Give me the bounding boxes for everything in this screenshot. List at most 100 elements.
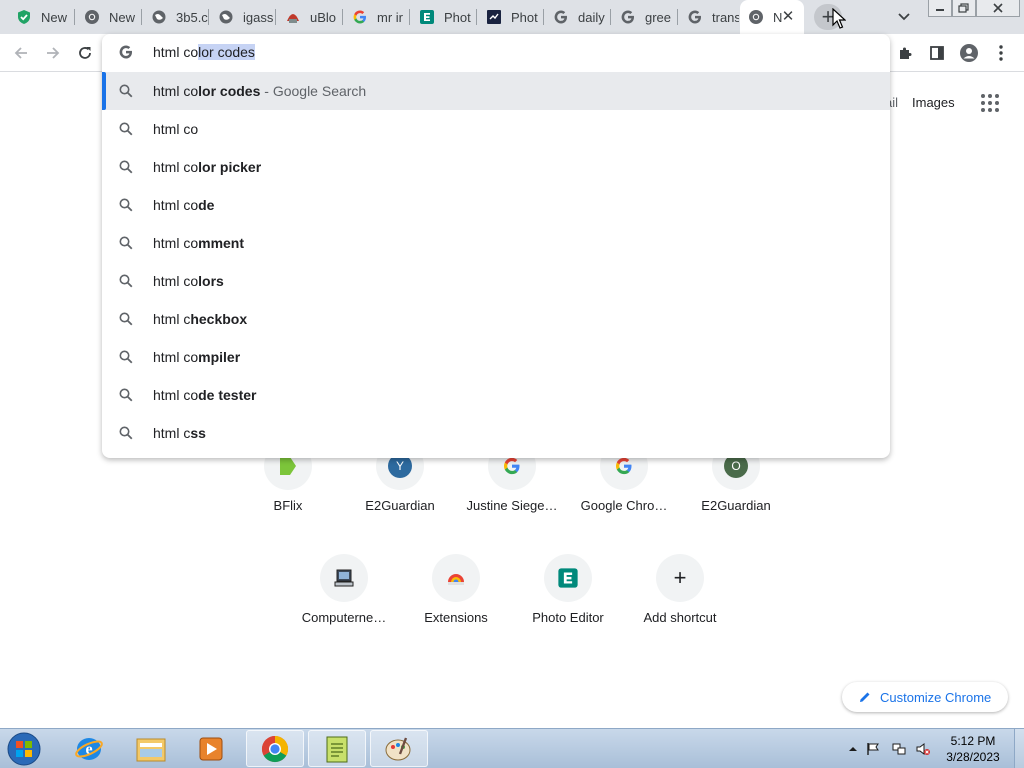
tab-7[interactable]: Phot — [411, 0, 477, 34]
suggestion-completion: mpiler — [198, 349, 241, 365]
google-apps-button[interactable] — [980, 93, 1000, 113]
forward-arrow-icon — [47, 47, 60, 59]
tab-search-button[interactable] — [894, 8, 914, 26]
taskbar-clock[interactable]: 5:12 PM 3/28/2023 — [940, 733, 1006, 765]
suggestion-text: html color picker — [153, 159, 261, 175]
omnibox-suggestion[interactable]: html comment — [102, 224, 890, 262]
search-icon — [119, 350, 133, 364]
suggestion-text: html compiler — [153, 349, 240, 365]
shortcut-computerne[interactable]: Computerne… — [288, 554, 400, 654]
omnibox-suggestion[interactable]: html css — [102, 414, 890, 452]
tab-12-active[interactable]: N ✕ — [740, 0, 804, 34]
tab-separator — [677, 9, 678, 25]
notepad-icon — [326, 736, 348, 762]
close-tab-icon[interactable]: ✕ — [780, 9, 796, 25]
images-link[interactable]: Images — [912, 95, 955, 110]
windows-orb-icon — [7, 732, 41, 766]
omnibox-suggestion[interactable]: html code tester — [102, 376, 890, 414]
reload-button[interactable] — [74, 42, 96, 64]
shortcut-extensions[interactable]: Extensions — [400, 554, 512, 654]
suggestion-prefix: html co — [153, 83, 199, 99]
taskbar-chrome[interactable] — [246, 730, 304, 767]
windows-taskbar: e 5:12 PM 3/28/2023 — [0, 728, 1024, 768]
network-tray[interactable] — [892, 742, 906, 756]
omnibox-suggestion[interactable]: html checkbox — [102, 300, 890, 338]
extensions-button[interactable] — [894, 42, 916, 64]
chrome-menu-button[interactable] — [990, 42, 1012, 64]
photo-editor-icon — [419, 9, 435, 25]
omnibox-suggestion[interactable]: html color codes - Google Search — [102, 72, 890, 110]
taskbar-windows-explorer[interactable] — [122, 730, 180, 767]
google-icon — [687, 9, 703, 25]
omnibox-suggestion[interactable]: html color picker — [102, 148, 890, 186]
tab-title: Phot — [444, 9, 471, 25]
suggestion-prefix: html co — [153, 349, 199, 365]
back-button[interactable] — [10, 42, 32, 64]
tab-5[interactable]: uBlo — [277, 0, 343, 34]
omnibox-suggestion[interactable]: html colors — [102, 262, 890, 300]
omnibox-dropdown: html color codes html color codes - Goog… — [102, 34, 890, 458]
customize-chrome-label: Customize Chrome — [880, 689, 992, 705]
show-desktop-button[interactable] — [1014, 729, 1024, 768]
customize-chrome-button[interactable]: Customize Chrome — [842, 682, 1008, 712]
suggestion-prefix: html co — [153, 197, 199, 213]
tab-6[interactable]: mr ir — [344, 0, 410, 34]
shortcut-label: Add shortcut — [643, 610, 717, 625]
suggestion-text: html code — [153, 197, 214, 213]
tab-10[interactable]: gree — [612, 0, 678, 34]
close-window-button[interactable] — [976, 0, 1020, 17]
tab-title: trans — [712, 9, 739, 25]
start-button[interactable] — [4, 731, 44, 767]
tab-3[interactable]: 3b5.c — [143, 0, 209, 34]
action-center-tray[interactable] — [866, 742, 880, 756]
suggestion-prefix: html co — [153, 235, 199, 251]
side-panel-icon — [930, 46, 944, 60]
tab-8[interactable]: Phot — [478, 0, 544, 34]
address-bar-text: html color codes — [153, 43, 255, 61]
suggestion-text: html css — [153, 425, 206, 441]
taskbar-media-player[interactable] — [182, 730, 240, 767]
forward-button[interactable] — [42, 42, 64, 64]
volume-tray[interactable] — [916, 742, 930, 756]
clock-date: 3/28/2023 — [946, 750, 1000, 764]
tab-1[interactable]: New — [8, 0, 75, 34]
address-bar[interactable]: html color codes — [102, 34, 890, 70]
chrome-icon — [261, 735, 289, 762]
omnibox-suggestion[interactable]: html code — [102, 186, 890, 224]
suggestion-completion: de tester — [198, 387, 257, 403]
tab-separator — [208, 9, 209, 25]
tab-strip: New New 3b5.c igass uBlo mr ir Phot Phot… — [0, 0, 1024, 34]
google-icon — [616, 457, 632, 475]
suggestion-prefix: html co — [153, 121, 199, 137]
tab-2[interactable]: New — [76, 0, 142, 34]
tab-11[interactable]: trans — [679, 0, 739, 34]
omnibox-suggestion[interactable]: html compiler — [102, 338, 890, 376]
show-hidden-icons-button[interactable] — [846, 742, 860, 756]
tab-9[interactable]: daily — [545, 0, 611, 34]
shortcut-label: E2Guardian — [701, 498, 771, 513]
taskbar-paint[interactable] — [370, 730, 428, 767]
shortcut-photo-editor[interactable]: Photo Editor — [512, 554, 624, 654]
search-icon — [119, 274, 133, 288]
photo-editor-icon — [558, 568, 578, 588]
suggestion-prefix: html c — [153, 311, 191, 327]
taskbar-internet-explorer[interactable]: e — [60, 730, 118, 767]
tab-4[interactable]: igass — [210, 0, 276, 34]
suggestion-text: html colors — [153, 273, 224, 289]
add-shortcut-button[interactable]: + Add shortcut — [624, 554, 736, 654]
globe-icon — [151, 9, 167, 25]
pencil-icon — [860, 692, 870, 702]
chevron-down-icon — [898, 13, 910, 21]
restore-button[interactable] — [952, 0, 976, 17]
taskbar-notepad[interactable] — [308, 730, 366, 767]
tab-title: Phot — [511, 9, 538, 25]
side-panel-button[interactable] — [926, 42, 948, 64]
minimize-button[interactable] — [928, 0, 952, 17]
profile-button[interactable] — [958, 42, 980, 64]
tab-title: igass — [243, 9, 274, 25]
photo-editor-dark-icon — [486, 9, 502, 25]
search-icon — [119, 312, 133, 326]
suggestion-suffix: - Google Search — [260, 83, 367, 99]
tab-title: New — [109, 9, 136, 25]
omnibox-suggestion[interactable]: html co — [102, 110, 890, 148]
